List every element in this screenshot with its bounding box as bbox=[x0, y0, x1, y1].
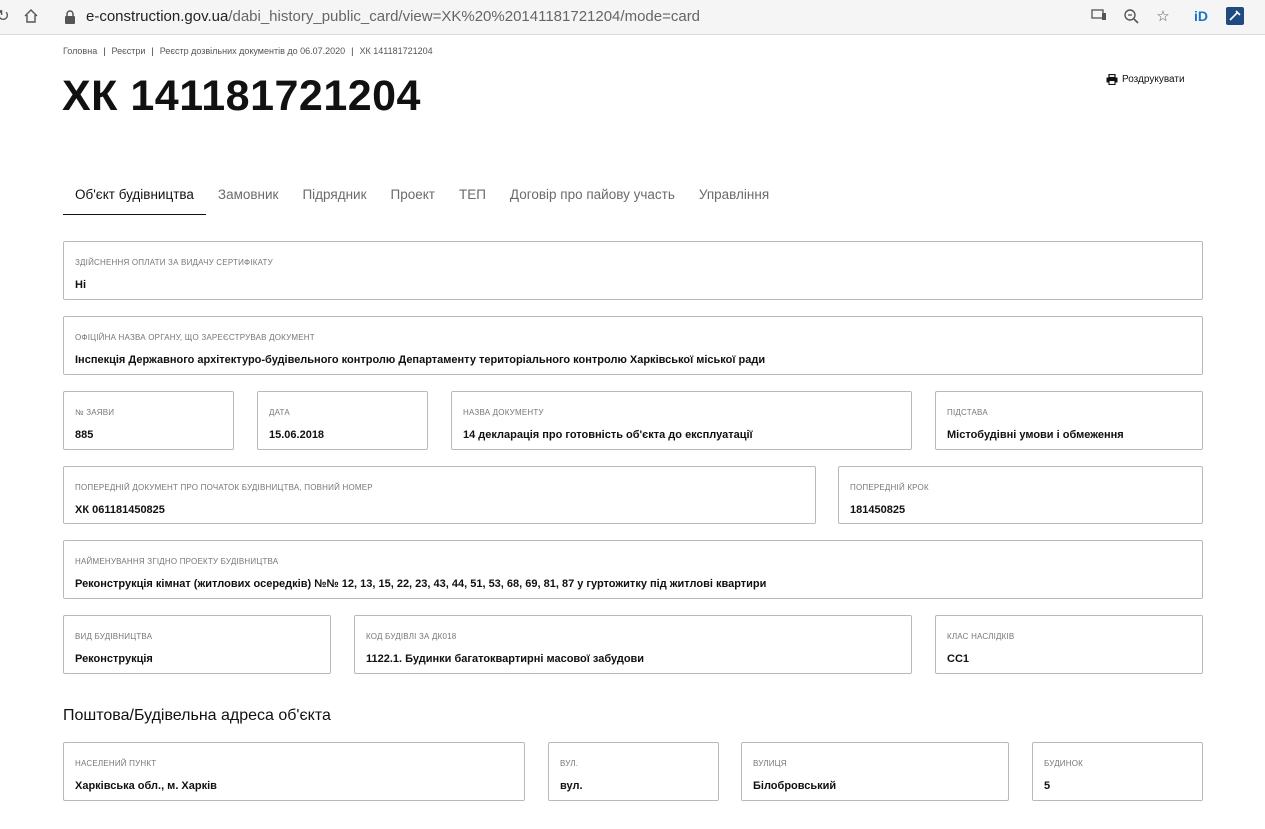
breadcrumb-current: ХК 141181721204 bbox=[359, 46, 433, 56]
field-construction-type: Вид будівництва Реконструкція bbox=[63, 615, 331, 674]
field-label: Підстава bbox=[947, 408, 988, 417]
field-label: Попередній крок bbox=[850, 483, 929, 492]
tab-contractor[interactable]: Підрядник bbox=[290, 184, 378, 215]
field-value: вул. bbox=[560, 780, 583, 792]
breadcrumb-registry[interactable]: Реєстр дозвільних документів до 06.07.20… bbox=[160, 46, 345, 56]
field-label: Клас наслідків bbox=[947, 632, 1015, 641]
breadcrumb: Головна | Реєстри | Реєстр дозвільних докуме… bbox=[63, 46, 433, 56]
field-previous-step: Попередній крок 181450825 bbox=[838, 466, 1203, 524]
printer-icon bbox=[1106, 74, 1118, 85]
tab-construction-object[interactable]: Об'єкт будівництва bbox=[63, 184, 206, 215]
field-value: 5 bbox=[1044, 780, 1051, 792]
reload-icon[interactable]: ↻ bbox=[0, 8, 12, 26]
field-value: Ні bbox=[75, 279, 86, 291]
lock-icon bbox=[64, 10, 76, 24]
field-value: Харківська обл., м. Харків bbox=[75, 780, 217, 792]
cast-icon[interactable] bbox=[1090, 8, 1108, 26]
field-label: Вул. bbox=[560, 759, 579, 768]
breadcrumb-separator: | bbox=[351, 46, 354, 56]
print-label: Роздрукувати bbox=[1122, 74, 1185, 85]
breadcrumb-separator: | bbox=[103, 46, 106, 56]
field-value: СС1 bbox=[947, 653, 970, 665]
field-document-name: Назва документу 14 декларація про готовн… bbox=[451, 391, 912, 450]
home-icon[interactable] bbox=[22, 8, 40, 26]
field-value: Реконструкція bbox=[75, 653, 153, 665]
field-payment: Здійснення оплати за видачу сертифікату … bbox=[63, 241, 1203, 300]
field-label: Попередній документ про початок будівниц… bbox=[75, 483, 373, 492]
field-value: ХК 061181450825 bbox=[75, 504, 165, 516]
field-settlement: Населений пункт Харківська обл., м. Харк… bbox=[63, 742, 525, 801]
field-label: Дата bbox=[269, 408, 290, 417]
field-label: Код будівлі за ДК018 bbox=[366, 632, 457, 641]
field-label: Вулиця bbox=[753, 759, 787, 768]
tab-shared-participation[interactable]: Договір про пайову участь bbox=[498, 184, 687, 215]
field-label: Офіційна назва органу, що зареєстрував д… bbox=[75, 333, 315, 342]
field-label: Найменування згідно проекту будівництва bbox=[75, 557, 279, 566]
url-host: e-construction.gov.ua bbox=[86, 8, 229, 25]
field-value: 15.06.2018 bbox=[269, 429, 325, 441]
field-house: Будинок 5 bbox=[1032, 742, 1203, 801]
zoom-icon[interactable] bbox=[1122, 8, 1140, 26]
address-section-title: Поштова/Будівельна адреса об'єкта bbox=[63, 707, 331, 724]
tab-project[interactable]: Проект bbox=[378, 184, 446, 215]
bookmark-star-icon[interactable]: ☆ bbox=[1154, 8, 1172, 26]
tab-tep[interactable]: ТЕП bbox=[447, 184, 498, 215]
tab-customer[interactable]: Замовник bbox=[206, 184, 291, 215]
browser-toolbar: ↻ e-construction.gov.ua/dabi_history_pub… bbox=[0, 0, 1265, 35]
field-label: Здійснення оплати за видачу сертифікату bbox=[75, 258, 273, 267]
field-project-name: Найменування згідно проекту будівництва … bbox=[63, 540, 1203, 599]
page-title: ХК 141181721204 bbox=[62, 72, 421, 120]
field-value: Реконструкція кімнат (житлових осередків… bbox=[75, 578, 767, 590]
field-value: Містобудівні умови і обмеження bbox=[947, 429, 1124, 441]
breadcrumb-home[interactable]: Головна bbox=[63, 46, 97, 56]
field-label: Вид будівництва bbox=[75, 632, 153, 641]
tab-bar: Об'єкт будівництва Замовник Підрядник Пр… bbox=[63, 184, 781, 215]
field-application-number: № заяви 885 bbox=[63, 391, 234, 450]
field-street: Вулиця Білобровський bbox=[741, 742, 1009, 801]
field-label: Населений пункт bbox=[75, 759, 157, 768]
field-value: 181450825 bbox=[850, 504, 906, 516]
extension-icon[interactable] bbox=[1226, 7, 1244, 25]
url-path: /dabi_history_public_card/view=XK%20%201… bbox=[228, 8, 701, 25]
breadcrumb-separator: | bbox=[151, 46, 154, 56]
field-street-type: Вул. вул. bbox=[548, 742, 719, 801]
field-label: № заяви bbox=[75, 408, 115, 417]
field-building-code: Код будівлі за ДК018 1122.1. Будинки баг… bbox=[354, 615, 912, 674]
field-label: Будинок bbox=[1044, 759, 1084, 768]
extension-id-icon[interactable]: iD bbox=[1194, 8, 1212, 26]
field-value: Білобровський bbox=[753, 780, 837, 792]
field-authority: Офіційна назва органу, що зареєстрував д… bbox=[63, 316, 1203, 375]
field-basis: Підстава Містобудівні умови і обмеження bbox=[935, 391, 1203, 450]
print-button[interactable]: Роздрукувати bbox=[1106, 74, 1185, 85]
field-previous-document: Попередній документ про початок будівниц… bbox=[63, 466, 816, 524]
breadcrumb-registries[interactable]: Реєстри bbox=[112, 46, 146, 56]
address-bar[interactable]: e-construction.gov.ua/dabi_history_publi… bbox=[86, 8, 700, 25]
field-consequence-class: Клас наслідків СС1 bbox=[935, 615, 1203, 674]
tab-management[interactable]: Управління bbox=[687, 184, 781, 215]
field-value: 1122.1. Будинки багатоквартирні масової … bbox=[366, 653, 645, 665]
field-date: Дата 15.06.2018 bbox=[257, 391, 428, 450]
field-value: 14 декларація про готовність об'єкта до … bbox=[463, 429, 753, 441]
field-value: 885 bbox=[75, 429, 94, 441]
field-value: Інспекція Державного архітектуро-будівел… bbox=[75, 354, 766, 366]
field-label: Назва документу bbox=[463, 408, 544, 417]
